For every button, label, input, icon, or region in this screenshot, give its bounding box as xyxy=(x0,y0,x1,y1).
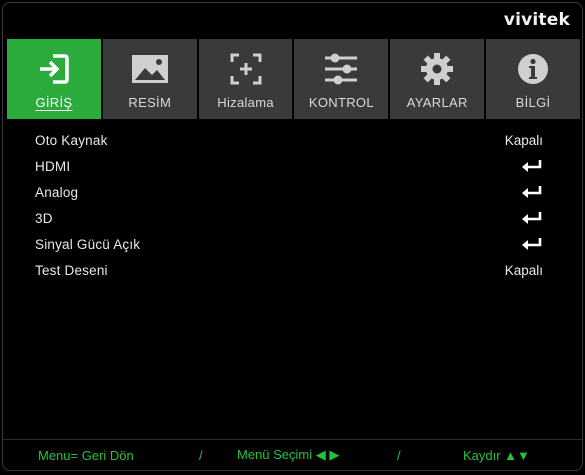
row-3d[interactable]: 3D xyxy=(35,205,543,231)
row-analog[interactable]: Analog xyxy=(35,179,543,205)
enter-icon xyxy=(522,212,542,224)
alignment-icon xyxy=(226,51,266,87)
row-oto-kaynak[interactable]: Oto Kaynak Kapalı xyxy=(35,127,543,153)
tab-giris[interactable]: GİRİŞ xyxy=(7,39,101,119)
tab-label: GİRİŞ xyxy=(35,95,73,110)
info-icon xyxy=(513,51,553,87)
row-label: Test Deseni xyxy=(35,262,108,278)
hint-separator: / xyxy=(199,447,203,463)
sliders-icon xyxy=(321,51,361,87)
row-sinyal-gucu[interactable]: Sinyal Gücü Açık xyxy=(35,231,543,257)
enter-icon xyxy=(522,238,542,250)
tab-label: BİLGİ xyxy=(515,95,551,110)
input-icon xyxy=(34,51,74,87)
hint-separator: / xyxy=(397,447,401,463)
row-hdmi[interactable]: HDMI xyxy=(35,153,543,179)
hint-scroll: Kaydır ▲▼ xyxy=(463,447,530,463)
tab-hizalama[interactable]: Hizalama xyxy=(198,39,293,119)
row-label: HDMI xyxy=(35,158,71,174)
tab-label: RESİM xyxy=(128,95,172,110)
row-label: 3D xyxy=(35,210,53,226)
row-value: Kapalı xyxy=(504,132,543,148)
enter-icon xyxy=(522,186,542,198)
tab-bilgi[interactable]: BİLGİ xyxy=(486,39,580,119)
tab-label: KONTROL xyxy=(308,95,374,110)
row-test-deseni[interactable]: Test Deseni Kapalı xyxy=(35,257,543,283)
tab-label: Hizalama xyxy=(217,95,274,110)
enter-icon xyxy=(522,160,542,172)
picture-icon xyxy=(130,51,170,87)
menu-tabs: GİRİŞ RESİM Hizalama KONTROL AYARLAR BİL… xyxy=(7,39,580,119)
tab-label: AYARLAR xyxy=(406,95,468,110)
settings-list: Oto Kaynak Kapalı HDMI Analog 3D Sinyal … xyxy=(35,127,543,283)
row-label: Analog xyxy=(35,184,79,200)
tab-resim[interactable]: RESİM xyxy=(102,39,197,119)
tab-kontrol[interactable]: KONTROL xyxy=(294,39,389,119)
hint-menu-select: Menü Seçimi ◀ ▶ xyxy=(237,447,340,462)
row-label: Sinyal Gücü Açık xyxy=(35,236,141,252)
hint-back: Menu= Geri Dön xyxy=(38,447,134,463)
row-value: Kapalı xyxy=(504,262,543,278)
brand-logo: vivitek xyxy=(503,10,570,30)
footer-hints: Menu= Geri Dön / Menü Seçimi ◀ ▶ / Kaydı… xyxy=(3,439,582,470)
row-label: Oto Kaynak xyxy=(35,132,108,148)
tab-ayarlar[interactable]: AYARLAR xyxy=(390,39,485,119)
osd-menu: vivitek GİRİŞ RESİM Hizalama KONTROL AYA… xyxy=(2,2,583,471)
gear-icon xyxy=(417,51,457,87)
